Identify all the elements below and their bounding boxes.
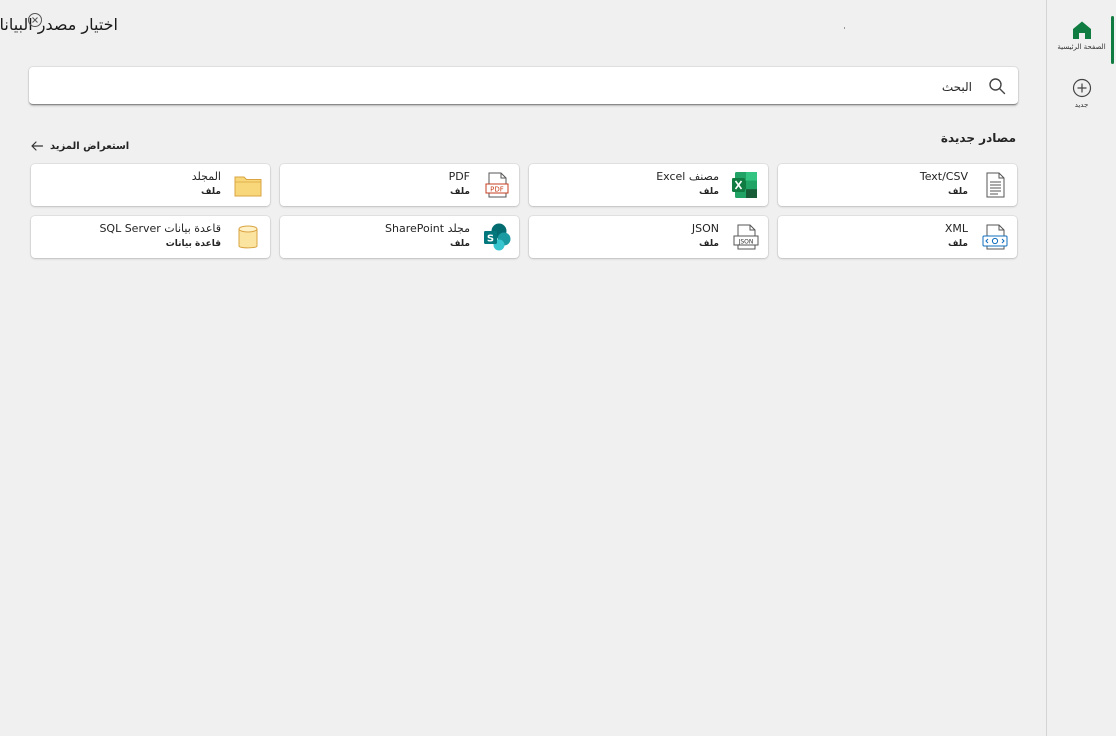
svg-text:PDF: PDF [490,186,504,194]
source-type: ملف [450,187,470,197]
source-card-pdf[interactable]: PDF PDF ملف [280,164,519,206]
navigation-rail: الصفحة الرئيسية جديد [1046,0,1116,736]
rail-item-label: الصفحة الرئيسية [1057,43,1106,51]
divider-dot [844,27,845,29]
browse-more-label: استعراض المزيد [50,140,130,152]
add-circle-icon [1072,78,1091,98]
rail-item-label: جديد [1074,101,1089,109]
new-sources-heading: مصادر جديدة [940,131,1016,145]
source-name: المجلد [191,170,221,183]
source-type: ملف [699,239,719,249]
page-title: اختيار مصدر البيانات [0,15,118,34]
xml-file-icon [982,224,1008,250]
source-type: قاعدة بيانات [165,239,221,249]
database-icon [238,225,258,249]
source-type: ملف [201,187,221,197]
close-icon[interactable] [27,12,43,28]
rail-item-new[interactable]: جديد [1047,78,1116,109]
source-name: PDF [448,170,470,183]
text-file-icon [986,172,1005,198]
folder-icon [234,176,262,197]
json-file-icon: JSON [733,224,759,250]
svg-text:S: S [487,233,494,244]
arrow-left-icon [31,141,44,151]
source-type: ملف [699,187,719,197]
source-card-json[interactable]: JSON JSON ملف [529,216,768,258]
source-card-xml[interactable]: XML ملف [778,216,1017,258]
search-input[interactable] [90,76,974,98]
search-icon [989,78,1006,95]
source-card-excel[interactable]: مصنف Excel ملف [529,164,768,206]
rail-item-home[interactable]: الصفحة الرئيسية [1047,20,1116,51]
excel-icon [732,172,757,198]
pdf-file-icon: PDF [485,172,509,198]
home-icon [1072,21,1091,39]
source-type: ملف [948,239,968,249]
source-type: ملف [450,239,470,249]
sharepoint-icon: S [484,223,511,251]
source-name: قاعدة بيانات SQL Server [99,222,221,235]
source-name: XML [944,222,968,235]
source-card-text-csv[interactable]: Text/CSV ملف [778,164,1017,206]
source-name: JSON [691,222,719,235]
browse-more-link[interactable]: استعراض المزيد [30,138,129,154]
search-box[interactable] [29,67,1018,105]
source-name: Text/CSV [919,170,968,183]
source-card-folder[interactable]: المجلد ملف [31,164,270,206]
source-name: مصنف Excel [656,170,719,183]
main-panel: اختيار مصدر البيانات مصادر جديدة استعراض… [0,0,1046,736]
source-card-sharepoint[interactable]: S مجلد SharePoint ملف [280,216,519,258]
svg-text:JSON: JSON [738,238,754,245]
source-name: مجلد SharePoint [385,222,470,235]
source-card-sql-server[interactable]: قاعدة بيانات SQL Server قاعدة بيانات [31,216,270,258]
source-type: ملف [948,187,968,197]
